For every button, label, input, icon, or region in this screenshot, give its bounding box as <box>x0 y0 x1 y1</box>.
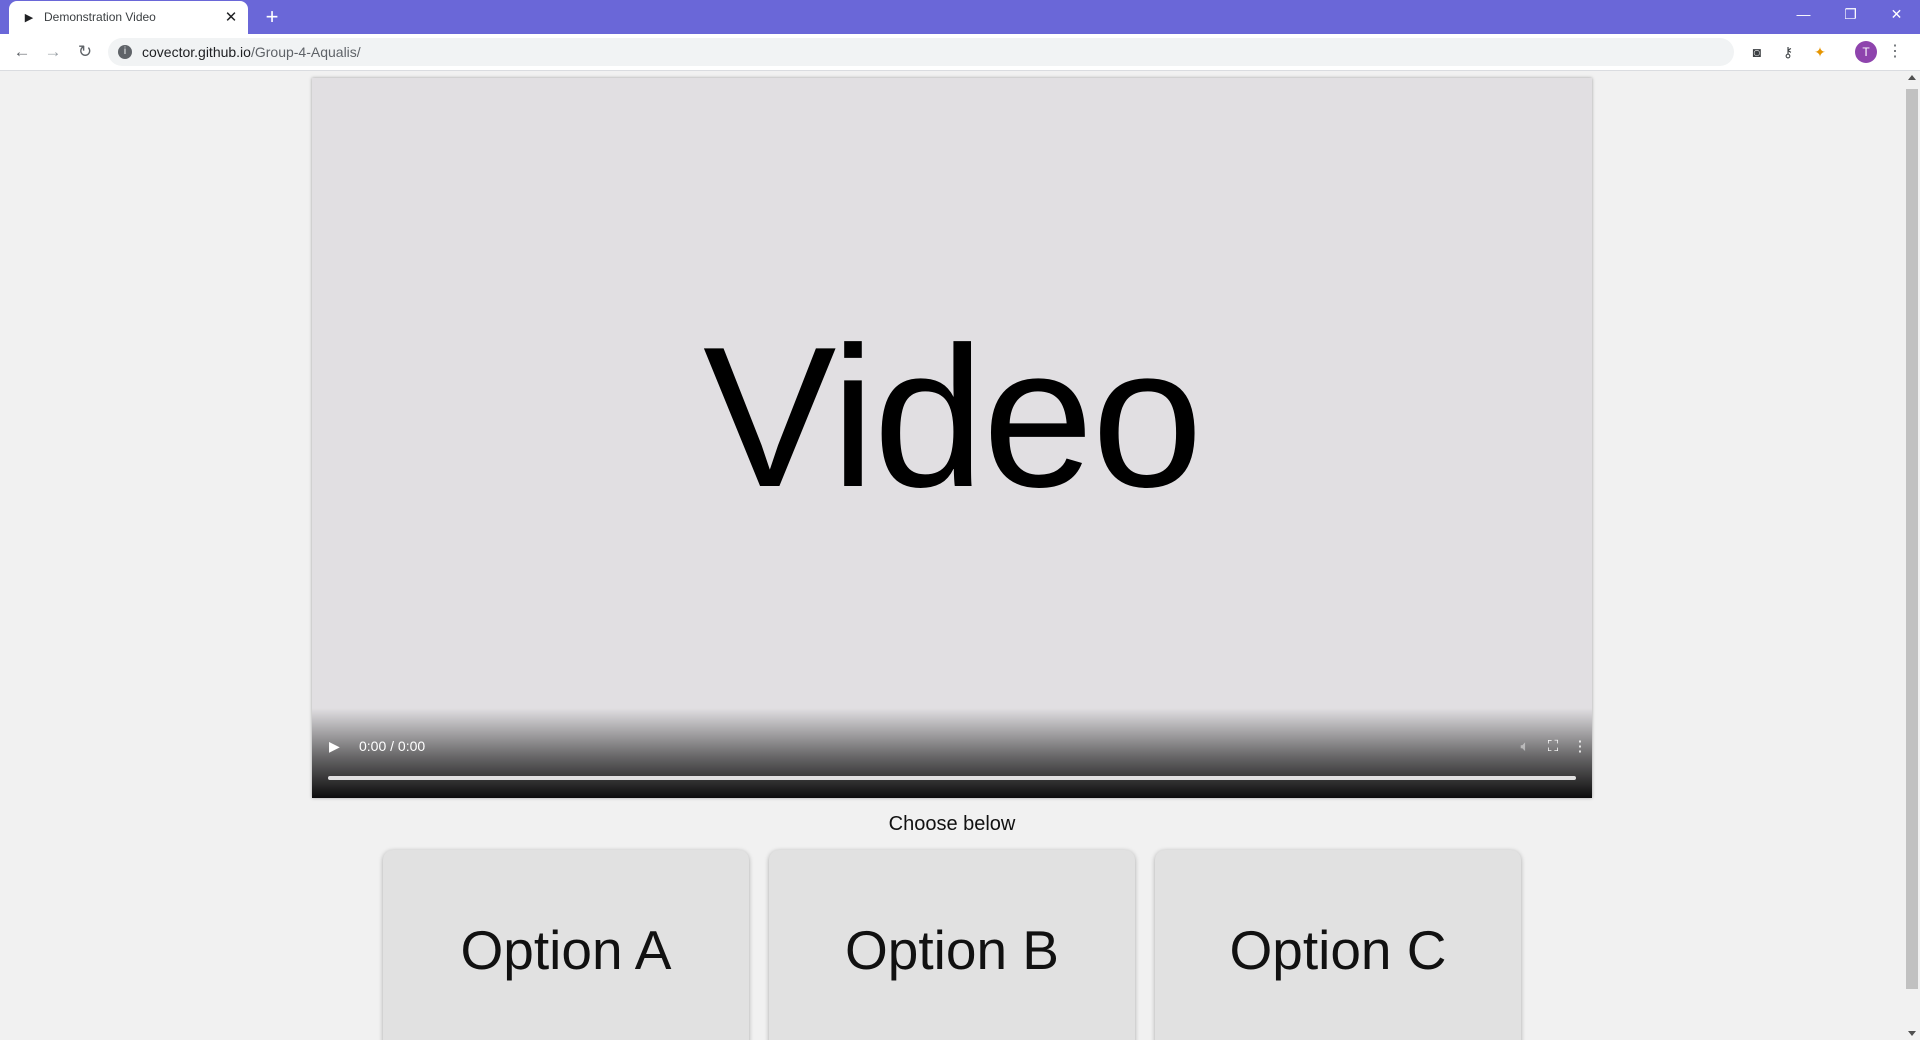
page-viewport: Video ▶ 0:00 / 0:00 🔈︎ ⛶ ⋮ Choose below … <box>0 71 1904 1040</box>
option-label: Option C <box>1229 919 1447 981</box>
more-options-icon[interactable]: ⋮ <box>1569 736 1591 758</box>
back-arrow-icon[interactable]: ← <box>10 40 34 64</box>
tab-close-icon[interactable]: ✕ <box>222 9 240 27</box>
browser-title-bar: ▶ Demonstration Video ✕ + — ❐ ✕ <box>0 0 1920 34</box>
url-path: /Group-4-Aqualis/ <box>250 44 361 60</box>
play-favicon-icon: ▶ <box>24 12 34 24</box>
option-label: Option A <box>460 919 672 981</box>
scroll-down-arrow-icon[interactable] <box>1908 1031 1916 1036</box>
option-b-button[interactable]: Option B <box>769 850 1135 1040</box>
profile-avatar[interactable]: T <box>1855 41 1877 63</box>
scrollbar-thumb[interactable] <box>1906 89 1918 989</box>
key-icon[interactable]: ⚷ <box>1777 41 1799 63</box>
video-progress-bar[interactable] <box>328 776 1576 780</box>
new-tab-button[interactable]: + <box>260 5 284 29</box>
close-window-button[interactable]: ✕ <box>1874 0 1919 30</box>
kebab-menu-icon[interactable]: ⋮ <box>1884 41 1906 63</box>
minimize-button[interactable]: — <box>1781 0 1826 30</box>
extension-puzzle-icon[interactable]: ✦ <box>1809 41 1831 63</box>
play-icon[interactable]: ▶ <box>329 738 345 754</box>
video-time: 0:00 / 0:00 <box>359 738 426 754</box>
video-controls-overlay <box>312 708 1592 798</box>
site-info-icon[interactable]: i <box>118 45 132 59</box>
browser-tab[interactable]: ▶ Demonstration Video ✕ <box>9 1 248 34</box>
option-label: Option B <box>844 919 1059 981</box>
option-c-button[interactable]: Option C <box>1155 850 1521 1040</box>
forward-arrow-icon[interactable]: → <box>41 40 65 64</box>
tab-title: Demonstration Video <box>44 10 156 24</box>
fullscreen-icon[interactable]: ⛶ <box>1542 736 1564 758</box>
reload-icon[interactable]: ↻ <box>73 40 97 64</box>
extension-icon[interactable]: ◙ <box>1746 41 1768 63</box>
browser-toolbar: ← → ↻ i covector.github.io/Group-4-Aqual… <box>0 34 1920 71</box>
restore-button[interactable]: ❐ <box>1828 0 1873 30</box>
scroll-up-arrow-icon[interactable] <box>1908 75 1916 80</box>
option-a-button[interactable]: Option A <box>383 850 749 1040</box>
url-text: covector.github.io/Group-4-Aqualis/ <box>142 38 361 66</box>
vertical-scrollbar[interactable] <box>1904 71 1920 1040</box>
video-player[interactable]: Video ▶ 0:00 / 0:00 🔈︎ ⛶ ⋮ <box>312 78 1592 798</box>
url-host: covector.github.io <box>142 44 251 60</box>
address-bar[interactable]: i covector.github.io/Group-4-Aqualis/ <box>108 38 1734 66</box>
choose-prompt: Choose below <box>888 813 1016 835</box>
mute-icon[interactable]: 🔈︎ <box>1514 736 1536 758</box>
video-placeholder-text: Video <box>703 306 1203 529</box>
